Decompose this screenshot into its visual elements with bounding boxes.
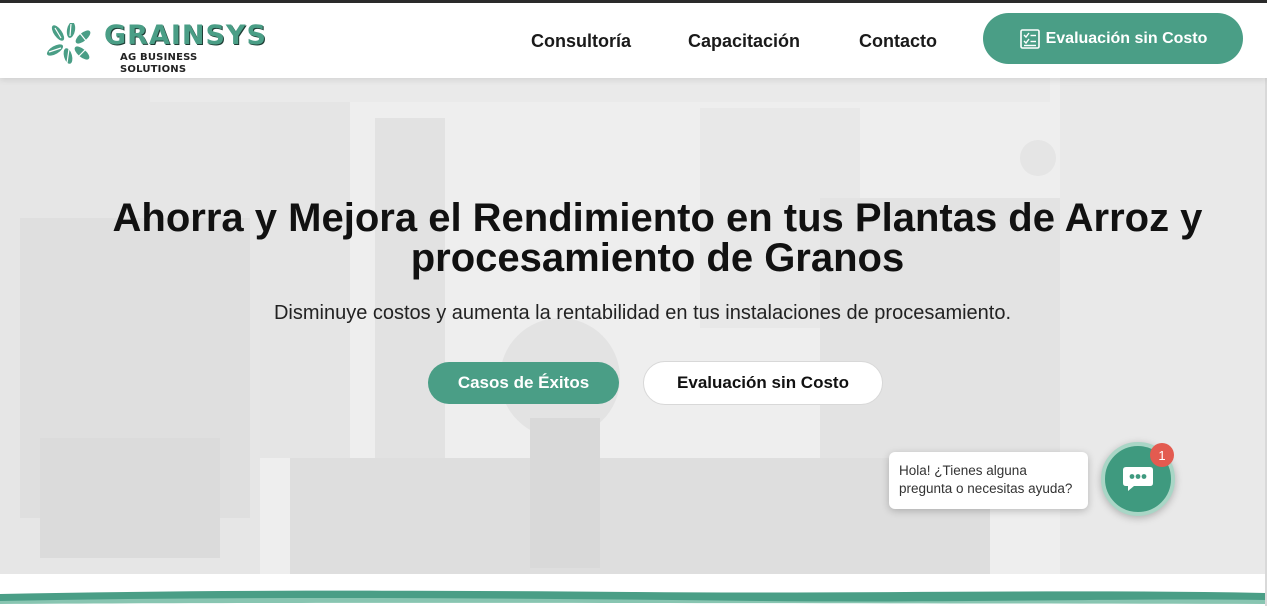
chat-icon [1123,467,1153,491]
chat-greeting-bubble[interactable]: Hola! ¿Tienes alguna pregunta o necesita… [889,452,1088,509]
chat-notification-badge: 1 [1150,443,1174,467]
grain-logo-icon [46,23,91,64]
hero-title: Ahorra y Mejora el Rendimiento en tus Pl… [112,196,1203,280]
checklist-icon [1019,28,1040,49]
brand-name: GRAINSYS [104,20,267,51]
nav-contacto[interactable]: Contacto [859,30,937,52]
header-evaluation-label: Evaluación sin Costo [1045,29,1208,47]
section-wave-divider [0,574,1265,606]
nav-consultoria[interactable]: Consultoría [531,30,631,52]
success-cases-button[interactable]: Casos de Éxitos [428,362,619,404]
hero-evaluation-button[interactable]: Evaluación sin Costo [643,361,883,405]
nav-capacitacion[interactable]: Capacitación [688,30,800,52]
hero-subtitle: Disminuye costos y aumenta la rentabilid… [273,302,1012,324]
brand-tagline: AG BUSINESS SOLUTIONS [120,52,198,75]
site-header: GRAINSYS AG BUSINESS SOLUTIONS Consultor… [0,3,1267,78]
header-evaluation-button[interactable]: Evaluación sin Costo [983,13,1243,64]
grainsys-logo[interactable]: GRAINSYS AG BUSINESS SOLUTIONS [46,20,267,75]
